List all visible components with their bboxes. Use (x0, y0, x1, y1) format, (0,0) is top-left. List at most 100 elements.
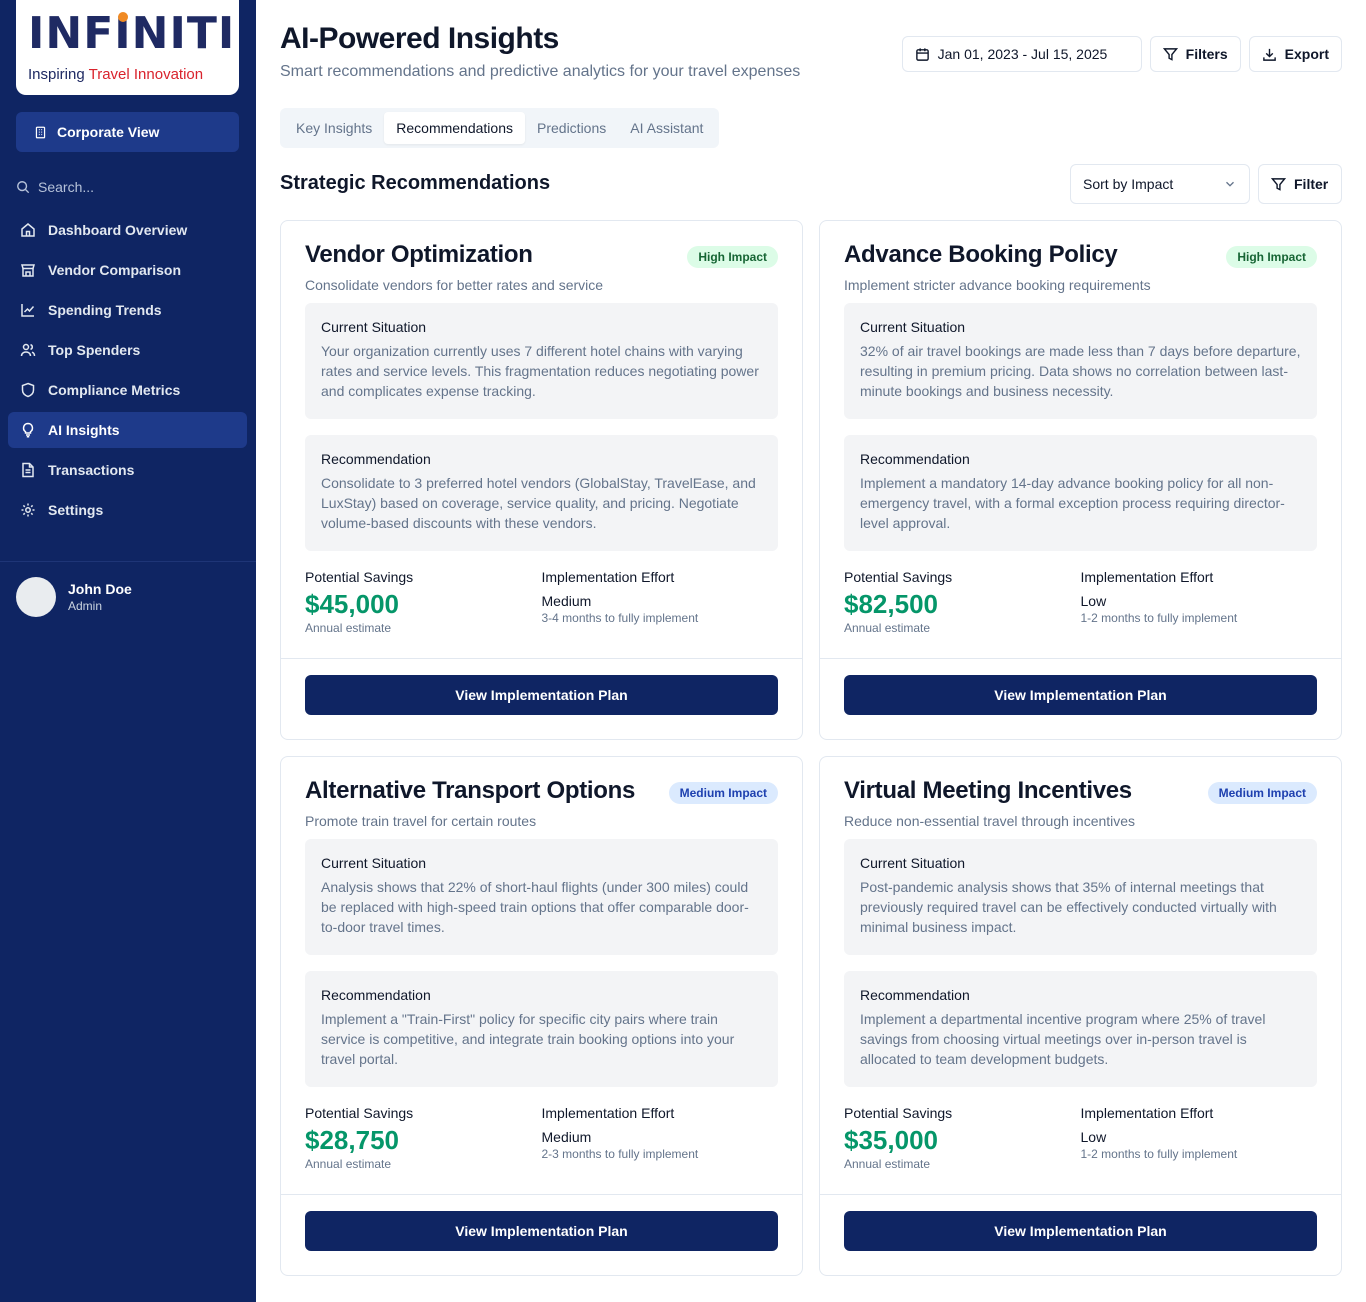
recommendation-card: Vendor Optimization High Impact Consolid… (280, 220, 803, 740)
current-situation-box: Current Situation 32% of air travel book… (844, 303, 1317, 419)
view-implementation-plan-button[interactable]: View Implementation Plan (844, 675, 1317, 715)
brand-logo[interactable]: INFINITI Inspiring Travel Innovation (16, 0, 239, 95)
sidebar-nav: Dashboard Overview Vendor Comparison Spe… (8, 212, 247, 532)
filter-icon (1271, 177, 1286, 191)
export-button[interactable]: Export (1248, 36, 1342, 72)
sidebar-item-top-spenders[interactable]: Top Spenders (8, 332, 247, 368)
search-icon (17, 181, 30, 194)
date-range-button[interactable]: Jan 01, 2023 - Jul 15, 2025 (901, 36, 1142, 72)
card-title: Virtual Meeting Incentives (844, 777, 1132, 804)
sidebar: INFINITI Inspiring Travel Innovation Cor… (0, 0, 256, 1302)
recommendation-text: Implement a mandatory 14-day advance boo… (860, 475, 1285, 531)
user-role: Admin (68, 599, 103, 613)
user-name: John Doe (68, 581, 132, 597)
sidebar-item-ai-insights[interactable]: AI Insights (8, 412, 247, 448)
card-metrics: Potential Savings $35,000 Annual estimat… (844, 1105, 1317, 1171)
page-subtitle: Smart recommendations and predictive ana… (280, 63, 801, 80)
current-situation-box: Current Situation Post-pandemic analysis… (844, 839, 1317, 955)
card-divider (820, 658, 1341, 659)
effort-value: Medium (541, 593, 592, 609)
recommendation-text: Consolidate to 3 preferred hotel vendors… (321, 475, 756, 531)
recommendation-box: Recommendation Consolidate to 3 preferre… (305, 435, 778, 551)
recommendation-heading: Recommendation (321, 987, 431, 1003)
savings-value: $35,000 (844, 1125, 938, 1155)
savings-metric: Potential Savings $82,500 Annual estimat… (844, 569, 1081, 635)
user-profile[interactable]: John Doe Admin (16, 577, 132, 617)
search-input[interactable] (38, 179, 218, 195)
filters-label: Filters (1185, 46, 1228, 62)
card-title: Vendor Optimization (305, 241, 533, 268)
savings-value: $82,500 (844, 589, 938, 619)
situation-heading: Current Situation (321, 855, 427, 871)
effort-value: Low (1080, 1129, 1107, 1145)
sort-select[interactable]: Sort by Impact (1070, 164, 1250, 204)
savings-value: $45,000 (305, 589, 399, 619)
situation-text: 32% of air travel bookings are made less… (860, 343, 1301, 399)
sidebar-item-label: Spending Trends (48, 302, 162, 318)
corporate-view-label: Corporate View (57, 124, 160, 140)
situation-heading: Current Situation (860, 855, 966, 871)
card-divider (281, 1194, 802, 1195)
card-metrics: Potential Savings $82,500 Annual estimat… (844, 569, 1317, 635)
impact-badge: High Impact (687, 246, 778, 268)
sidebar-item-spending-trends[interactable]: Spending Trends (8, 292, 247, 328)
view-implementation-plan-button[interactable]: View Implementation Plan (305, 675, 778, 715)
savings-note: Annual estimate (305, 621, 392, 635)
tab-key-insights[interactable]: Key Insights (284, 112, 384, 144)
sidebar-item-label: Settings (48, 502, 104, 518)
gear-icon (21, 503, 35, 517)
export-label: Export (1284, 46, 1329, 62)
recommendation-card: Alternative Transport Options Medium Imp… (280, 756, 803, 1276)
download-icon (1262, 48, 1276, 61)
sidebar-item-label: Dashboard Overview (48, 222, 188, 238)
effort-value: Medium (541, 1129, 592, 1145)
recommendation-heading: Recommendation (860, 987, 970, 1003)
effort-note: 3-4 months to fully implement (541, 611, 699, 625)
impact-badge: High Impact (1226, 246, 1317, 268)
effort-note: 1-2 months to fully implement (1080, 1147, 1238, 1161)
sidebar-item-dashboard-overview[interactable]: Dashboard Overview (8, 212, 247, 248)
users-icon (20, 343, 36, 357)
filters-button[interactable]: Filters (1149, 36, 1241, 72)
sidebar-divider (0, 561, 256, 562)
tab-predictions[interactable]: Predictions (525, 112, 618, 144)
recommendation-heading: Recommendation (321, 451, 431, 467)
corporate-view-button[interactable]: Corporate View (16, 112, 239, 152)
sidebar-item-label: Vendor Comparison (48, 262, 182, 278)
card-metrics: Potential Savings $28,750 Annual estimat… (305, 1105, 778, 1171)
tab-ai-assistant[interactable]: AI Assistant (618, 112, 715, 144)
recommendation-card: Advance Booking Policy High Impact Imple… (819, 220, 1342, 740)
building-icon (35, 126, 46, 138)
effort-metric: Implementation Effort Low 1-2 months to … (1081, 569, 1318, 635)
home-icon (21, 223, 35, 237)
sidebar-item-transactions[interactable]: Transactions (8, 452, 247, 488)
card-divider (281, 658, 802, 659)
card-subtitle: Consolidate vendors for better rates and… (305, 277, 604, 293)
savings-note: Annual estimate (844, 1157, 931, 1171)
sidebar-item-compliance-metrics[interactable]: Compliance Metrics (8, 372, 247, 408)
date-range-label: Jan 01, 2023 - Jul 15, 2025 (937, 46, 1108, 62)
view-implementation-plan-button[interactable]: View Implementation Plan (305, 1211, 778, 1251)
insights-tabs: Key Insights Recommendations Predictions… (280, 108, 720, 148)
recommendation-box: Recommendation Implement a departmental … (844, 971, 1317, 1087)
view-implementation-plan-button[interactable]: View Implementation Plan (844, 1211, 1317, 1251)
filter-button[interactable]: Filter (1258, 164, 1342, 204)
effort-label: Implementation Effort (541, 1105, 675, 1121)
sidebar-item-settings[interactable]: Settings (8, 492, 247, 528)
situation-text: Your organization currently uses 7 diffe… (321, 343, 759, 399)
sort-select-value: Sort by Impact (1083, 176, 1174, 192)
impact-badge: Medium Impact (1207, 782, 1317, 804)
savings-metric: Potential Savings $28,750 Annual estimat… (305, 1105, 542, 1171)
page-title: AI-Powered Insights (280, 22, 559, 55)
card-subtitle: Promote train travel for certain routes (305, 813, 537, 829)
card-title: Alternative Transport Options (305, 777, 636, 804)
filter-label: Filter (1294, 176, 1329, 192)
sidebar-search (16, 176, 239, 198)
lightbulb-icon (22, 422, 34, 438)
sidebar-item-vendor-comparison[interactable]: Vendor Comparison (8, 252, 247, 288)
recommendation-text: Implement a "Train-First" policy for spe… (321, 1011, 735, 1067)
line-chart-icon (21, 304, 35, 317)
effort-label: Implementation Effort (1080, 569, 1214, 585)
savings-label: Potential Savings (844, 569, 953, 585)
tab-recommendations[interactable]: Recommendations (384, 112, 525, 144)
